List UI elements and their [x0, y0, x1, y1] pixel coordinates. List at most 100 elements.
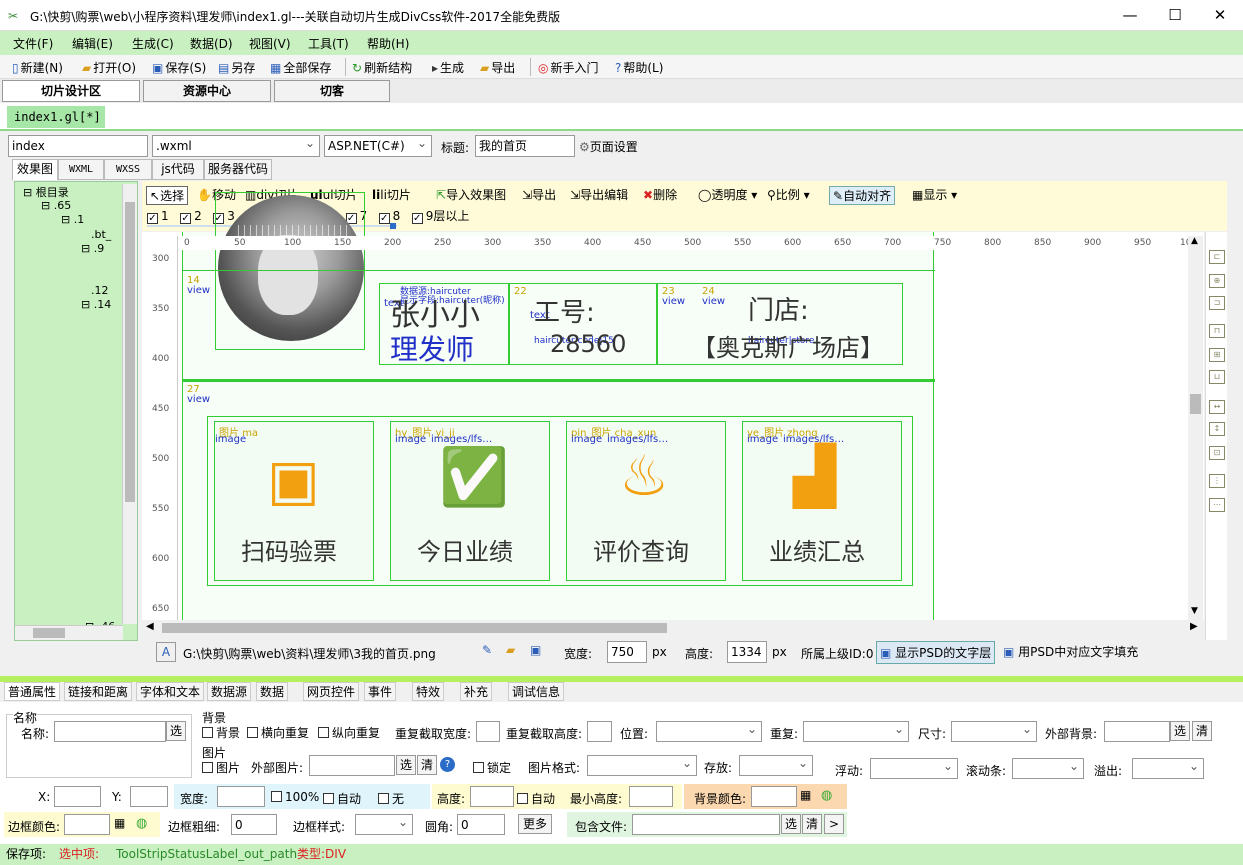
- bgcolor-input[interactable]: [751, 786, 797, 807]
- width-100-checkbox[interactable]: 100%: [271, 790, 319, 804]
- y-input[interactable]: [130, 786, 168, 807]
- save-all-button[interactable]: ▦ 全部保存: [270, 59, 331, 76]
- include-clear-button[interactable]: 清: [802, 814, 822, 834]
- tab-font[interactable]: 字体和文本: [136, 682, 205, 701]
- help-icon[interactable]: ?: [440, 757, 455, 772]
- float-select[interactable]: [870, 756, 958, 779]
- tree-node[interactable]: ⊟ .9: [81, 242, 104, 255]
- opacity-dropdown[interactable]: ◯透明度 ▾: [698, 186, 757, 203]
- canvas-hscrollbar[interactable]: ◀ ▶: [142, 620, 1204, 636]
- height-prop-input[interactable]: [470, 786, 514, 807]
- menu-card-performance[interactable]: hy_图片 yi_ji image images/lfs… ✅ 今日业绩: [390, 421, 550, 581]
- include-choose-button[interactable]: 选: [781, 814, 801, 834]
- cut-width-input[interactable]: [476, 721, 500, 742]
- tab-general[interactable]: 普通属性: [4, 682, 61, 701]
- radius-stepper[interactable]: 0: [457, 814, 505, 835]
- save-as-button[interactable]: ▤ 另存: [218, 59, 255, 76]
- menu-card-scan[interactable]: 图片 ma image ▣ 扫码验票: [214, 421, 374, 581]
- distribute-horizontal-icon[interactable]: ⋯: [1209, 498, 1225, 512]
- export-tool[interactable]: ⇲导出: [522, 186, 556, 203]
- menu-file[interactable]: 文件(F): [13, 35, 53, 52]
- layer-1-checkbox[interactable]: ✓ 1: [147, 209, 169, 224]
- color-wheel-icon[interactable]: ◍: [136, 816, 147, 831]
- tree-scroll-thumb[interactable]: [125, 202, 135, 502]
- scroll-up-icon[interactable]: ▲: [1191, 236, 1198, 246]
- layer-2-checkbox[interactable]: ✓ 2: [180, 209, 202, 224]
- show-psd-text-button[interactable]: ▣ 显示PSD的文字层: [876, 641, 996, 664]
- align-center-icon[interactable]: ⊕: [1209, 274, 1225, 288]
- tab-extra[interactable]: 补充: [460, 682, 493, 701]
- width-auto-checkbox[interactable]: 自动: [323, 790, 361, 807]
- size-select[interactable]: [951, 719, 1037, 742]
- tab-controls[interactable]: 网页控件: [303, 682, 360, 701]
- overflow-select[interactable]: [1132, 756, 1204, 779]
- height-input[interactable]: 1334: [727, 641, 767, 663]
- store-block[interactable]: 23 view 24 view haircuter|store 门店: 【奥克斯…: [657, 283, 903, 365]
- scroll-select[interactable]: [1012, 756, 1084, 779]
- tree-node-root[interactable]: ⊟ 根目录: [23, 184, 69, 200]
- layer-9-checkbox[interactable]: ✓ 9层以上: [411, 209, 469, 224]
- menu-grid[interactable]: 图片 ma image ▣ 扫码验票 hy_图片 yi_ji image ima…: [207, 416, 913, 586]
- border-width-stepper[interactable]: 0: [231, 814, 277, 835]
- border-color-input[interactable]: [64, 814, 110, 835]
- layer-8-checkbox[interactable]: ✓ 8: [378, 209, 400, 224]
- min-height-input[interactable]: [629, 786, 673, 807]
- layer-slider-thumb[interactable]: [390, 223, 396, 229]
- width-none-checkbox[interactable]: 无: [378, 790, 404, 807]
- help-button[interactable]: ? 帮助(L): [615, 59, 663, 76]
- select-tool[interactable]: ↖选择: [146, 186, 189, 205]
- page-design[interactable]: 14 view text 数据源:haircuter 显示字段:haircute…: [182, 192, 935, 620]
- menu-data[interactable]: 数据(D): [190, 35, 233, 52]
- menu-card-summary[interactable]: ye_图片 zhong image images/lfs… ▟ 业绩汇总: [742, 421, 902, 581]
- save-icon[interactable]: ▣: [530, 643, 541, 657]
- text-tool-icon[interactable]: A: [156, 642, 176, 662]
- repeat-select[interactable]: [803, 719, 909, 742]
- align-middle-icon[interactable]: ⊞: [1209, 348, 1225, 362]
- palette-grid-icon[interactable]: ▦: [114, 816, 125, 830]
- page-name-input[interactable]: index: [8, 135, 148, 157]
- extension-select[interactable]: .wxml: [152, 133, 320, 157]
- menu-card-review[interactable]: pin_图片 cha_xun image images/lfs… ♨ 评价查询: [566, 421, 726, 581]
- job-block[interactable]: 22 text haircuter|code|15 工号: 28560: [509, 283, 657, 365]
- align-left-icon[interactable]: ⊏: [1209, 250, 1225, 264]
- name-choose-button[interactable]: 选: [166, 721, 186, 741]
- tab-debug[interactable]: 调试信息: [508, 682, 565, 701]
- scroll-left-icon[interactable]: ◀: [146, 621, 154, 632]
- include-input[interactable]: [632, 814, 780, 835]
- tree-node[interactable]: ⊟ .14: [81, 298, 111, 311]
- tab-slicer[interactable]: 切客: [274, 80, 390, 102]
- file-tab[interactable]: index1.gl[*]: [7, 106, 105, 128]
- repeat-x-checkbox[interactable]: 横向重复: [247, 724, 309, 741]
- tab-wxml[interactable]: WXML: [58, 159, 104, 180]
- include-go-button[interactable]: >: [824, 814, 844, 834]
- tab-wxss[interactable]: WXSS: [104, 159, 152, 180]
- same-width-icon[interactable]: ↔: [1209, 400, 1225, 414]
- auto-align-toggle[interactable]: ✎自动对齐: [829, 186, 896, 205]
- folder-icon[interactable]: ▰: [506, 643, 515, 657]
- tree-node[interactable]: ⊟ .1: [61, 213, 84, 226]
- picker-icon[interactable]: ✎: [482, 643, 492, 657]
- export-edit-tool[interactable]: ⇲导出编辑: [570, 186, 628, 203]
- tab-data[interactable]: 数据: [256, 682, 289, 701]
- delete-tool[interactable]: ✖删除: [643, 186, 677, 203]
- tab-resource-center[interactable]: 资源中心: [143, 80, 271, 102]
- tab-js[interactable]: js代码: [152, 159, 204, 180]
- li-slice-tool[interactable]: lili切片: [372, 186, 411, 203]
- minimize-button[interactable]: —: [1107, 0, 1153, 31]
- tab-datasource[interactable]: 数据源: [207, 682, 252, 701]
- page-settings-button[interactable]: ⚙页面设置: [579, 138, 638, 155]
- width-input[interactable]: 750: [607, 641, 647, 663]
- export-button[interactable]: ▰ 导出: [480, 59, 515, 76]
- bg-checkbox[interactable]: 背景: [202, 724, 240, 741]
- ext-img-clear-button[interactable]: 清: [417, 755, 437, 775]
- new-button[interactable]: ▯ 新建(N): [12, 59, 63, 76]
- position-select[interactable]: [656, 719, 762, 742]
- maximize-button[interactable]: ☐: [1152, 0, 1198, 31]
- scroll-right-icon[interactable]: ▶: [1190, 621, 1198, 632]
- canvas-vscrollbar[interactable]: ▲ ▼: [1188, 236, 1203, 620]
- height-auto-checkbox[interactable]: 自动: [517, 790, 555, 807]
- import-tool[interactable]: ⇱导入效果图: [436, 186, 506, 203]
- menu-view[interactable]: 视图(V): [249, 35, 291, 52]
- name-input[interactable]: [54, 721, 166, 742]
- align-right-icon[interactable]: ⊐: [1209, 296, 1225, 310]
